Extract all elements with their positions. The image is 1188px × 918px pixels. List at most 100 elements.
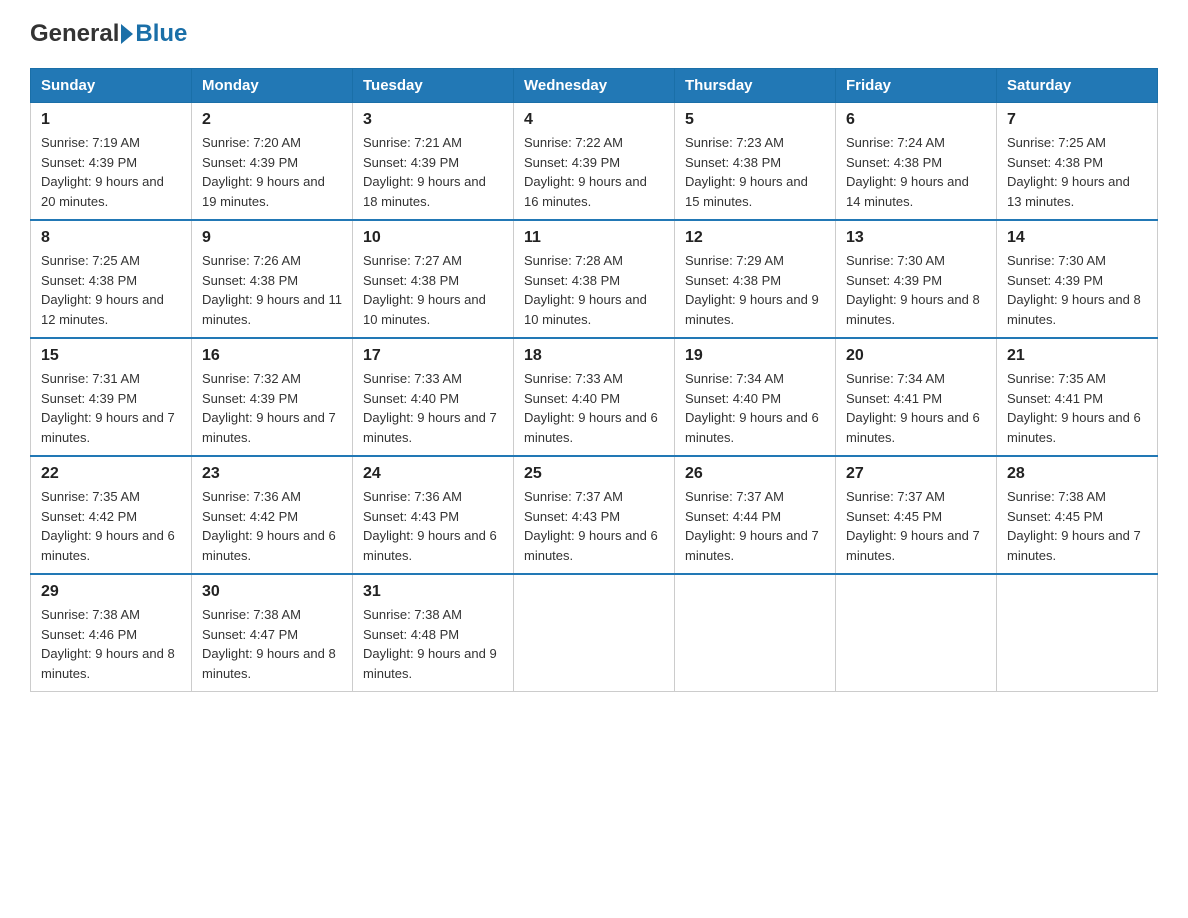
day-info: Sunrise: 7:24 AMSunset: 4:38 PMDaylight:…: [846, 133, 986, 211]
day-number: 23: [202, 465, 342, 483]
table-row: 5 Sunrise: 7:23 AMSunset: 4:38 PMDayligh…: [675, 103, 836, 221]
table-row: 7 Sunrise: 7:25 AMSunset: 4:38 PMDayligh…: [997, 103, 1158, 221]
table-row: 21 Sunrise: 7:35 AMSunset: 4:41 PMDaylig…: [997, 338, 1158, 456]
col-thursday: Thursday: [675, 69, 836, 103]
day-number: 26: [685, 465, 825, 483]
day-info: Sunrise: 7:36 AMSunset: 4:42 PMDaylight:…: [202, 487, 342, 565]
day-number: 17: [363, 347, 503, 365]
day-number: 30: [202, 583, 342, 601]
day-number: 29: [41, 583, 181, 601]
day-info: Sunrise: 7:27 AMSunset: 4:38 PMDaylight:…: [363, 251, 503, 329]
day-number: 16: [202, 347, 342, 365]
day-info: Sunrise: 7:30 AMSunset: 4:39 PMDaylight:…: [1007, 251, 1147, 329]
day-number: 15: [41, 347, 181, 365]
day-number: 20: [846, 347, 986, 365]
day-number: 3: [363, 111, 503, 129]
calendar-row: 1 Sunrise: 7:19 AMSunset: 4:39 PMDayligh…: [31, 103, 1158, 221]
day-info: Sunrise: 7:20 AMSunset: 4:39 PMDaylight:…: [202, 133, 342, 211]
col-wednesday: Wednesday: [514, 69, 675, 103]
day-number: 13: [846, 229, 986, 247]
day-number: 22: [41, 465, 181, 483]
day-number: 11: [524, 229, 664, 247]
day-info: Sunrise: 7:34 AMSunset: 4:40 PMDaylight:…: [685, 369, 825, 447]
day-info: Sunrise: 7:25 AMSunset: 4:38 PMDaylight:…: [41, 251, 181, 329]
table-row: 22 Sunrise: 7:35 AMSunset: 4:42 PMDaylig…: [31, 456, 192, 574]
table-row: [836, 574, 997, 692]
day-info: Sunrise: 7:25 AMSunset: 4:38 PMDaylight:…: [1007, 133, 1147, 211]
table-row: 30 Sunrise: 7:38 AMSunset: 4:47 PMDaylig…: [192, 574, 353, 692]
table-row: 4 Sunrise: 7:22 AMSunset: 4:39 PMDayligh…: [514, 103, 675, 221]
day-info: Sunrise: 7:37 AMSunset: 4:45 PMDaylight:…: [846, 487, 986, 565]
day-info: Sunrise: 7:37 AMSunset: 4:44 PMDaylight:…: [685, 487, 825, 565]
day-number: 1: [41, 111, 181, 129]
logo-blue-text: Blue: [135, 20, 187, 48]
table-row: 31 Sunrise: 7:38 AMSunset: 4:48 PMDaylig…: [353, 574, 514, 692]
table-row: 11 Sunrise: 7:28 AMSunset: 4:38 PMDaylig…: [514, 220, 675, 338]
calendar-table: Sunday Monday Tuesday Wednesday Thursday…: [30, 68, 1158, 692]
calendar-row: 8 Sunrise: 7:25 AMSunset: 4:38 PMDayligh…: [31, 220, 1158, 338]
day-info: Sunrise: 7:34 AMSunset: 4:41 PMDaylight:…: [846, 369, 986, 447]
col-friday: Friday: [836, 69, 997, 103]
calendar-row: 22 Sunrise: 7:35 AMSunset: 4:42 PMDaylig…: [31, 456, 1158, 574]
day-info: Sunrise: 7:31 AMSunset: 4:39 PMDaylight:…: [41, 369, 181, 447]
table-row: 6 Sunrise: 7:24 AMSunset: 4:38 PMDayligh…: [836, 103, 997, 221]
day-number: 5: [685, 111, 825, 129]
table-row: 17 Sunrise: 7:33 AMSunset: 4:40 PMDaylig…: [353, 338, 514, 456]
table-row: 20 Sunrise: 7:34 AMSunset: 4:41 PMDaylig…: [836, 338, 997, 456]
calendar-row: 29 Sunrise: 7:38 AMSunset: 4:46 PMDaylig…: [31, 574, 1158, 692]
table-row: 1 Sunrise: 7:19 AMSunset: 4:39 PMDayligh…: [31, 103, 192, 221]
day-number: 2: [202, 111, 342, 129]
day-number: 4: [524, 111, 664, 129]
day-info: Sunrise: 7:29 AMSunset: 4:38 PMDaylight:…: [685, 251, 825, 329]
day-info: Sunrise: 7:37 AMSunset: 4:43 PMDaylight:…: [524, 487, 664, 565]
table-row: 13 Sunrise: 7:30 AMSunset: 4:39 PMDaylig…: [836, 220, 997, 338]
day-info: Sunrise: 7:33 AMSunset: 4:40 PMDaylight:…: [363, 369, 503, 447]
day-info: Sunrise: 7:38 AMSunset: 4:47 PMDaylight:…: [202, 605, 342, 683]
table-row: 12 Sunrise: 7:29 AMSunset: 4:38 PMDaylig…: [675, 220, 836, 338]
header-row: Sunday Monday Tuesday Wednesday Thursday…: [31, 69, 1158, 103]
day-number: 7: [1007, 111, 1147, 129]
table-row: 27 Sunrise: 7:37 AMSunset: 4:45 PMDaylig…: [836, 456, 997, 574]
table-row: 3 Sunrise: 7:21 AMSunset: 4:39 PMDayligh…: [353, 103, 514, 221]
col-sunday: Sunday: [31, 69, 192, 103]
day-number: 19: [685, 347, 825, 365]
day-number: 27: [846, 465, 986, 483]
table-row: 8 Sunrise: 7:25 AMSunset: 4:38 PMDayligh…: [31, 220, 192, 338]
col-saturday: Saturday: [997, 69, 1158, 103]
day-number: 21: [1007, 347, 1147, 365]
day-info: Sunrise: 7:30 AMSunset: 4:39 PMDaylight:…: [846, 251, 986, 329]
day-number: 14: [1007, 229, 1147, 247]
table-row: 15 Sunrise: 7:31 AMSunset: 4:39 PMDaylig…: [31, 338, 192, 456]
day-info: Sunrise: 7:19 AMSunset: 4:39 PMDaylight:…: [41, 133, 181, 211]
day-number: 25: [524, 465, 664, 483]
logo-general-text: General: [30, 20, 119, 48]
page-header: General Blue: [30, 20, 1158, 48]
table-row: 25 Sunrise: 7:37 AMSunset: 4:43 PMDaylig…: [514, 456, 675, 574]
table-row: 14 Sunrise: 7:30 AMSunset: 4:39 PMDaylig…: [997, 220, 1158, 338]
table-row: [514, 574, 675, 692]
day-info: Sunrise: 7:38 AMSunset: 4:45 PMDaylight:…: [1007, 487, 1147, 565]
table-row: 23 Sunrise: 7:36 AMSunset: 4:42 PMDaylig…: [192, 456, 353, 574]
table-row: 16 Sunrise: 7:32 AMSunset: 4:39 PMDaylig…: [192, 338, 353, 456]
calendar-row: 15 Sunrise: 7:31 AMSunset: 4:39 PMDaylig…: [31, 338, 1158, 456]
day-info: Sunrise: 7:35 AMSunset: 4:41 PMDaylight:…: [1007, 369, 1147, 447]
day-number: 8: [41, 229, 181, 247]
day-number: 12: [685, 229, 825, 247]
day-info: Sunrise: 7:38 AMSunset: 4:46 PMDaylight:…: [41, 605, 181, 683]
day-number: 18: [524, 347, 664, 365]
day-number: 28: [1007, 465, 1147, 483]
day-info: Sunrise: 7:21 AMSunset: 4:39 PMDaylight:…: [363, 133, 503, 211]
table-row: 9 Sunrise: 7:26 AMSunset: 4:38 PMDayligh…: [192, 220, 353, 338]
day-number: 31: [363, 583, 503, 601]
day-info: Sunrise: 7:22 AMSunset: 4:39 PMDaylight:…: [524, 133, 664, 211]
day-info: Sunrise: 7:33 AMSunset: 4:40 PMDaylight:…: [524, 369, 664, 447]
logo-arrow-icon: [121, 24, 133, 44]
day-info: Sunrise: 7:38 AMSunset: 4:48 PMDaylight:…: [363, 605, 503, 683]
day-number: 24: [363, 465, 503, 483]
table-row: 26 Sunrise: 7:37 AMSunset: 4:44 PMDaylig…: [675, 456, 836, 574]
table-row: 10 Sunrise: 7:27 AMSunset: 4:38 PMDaylig…: [353, 220, 514, 338]
day-number: 10: [363, 229, 503, 247]
col-monday: Monday: [192, 69, 353, 103]
day-number: 9: [202, 229, 342, 247]
day-number: 6: [846, 111, 986, 129]
